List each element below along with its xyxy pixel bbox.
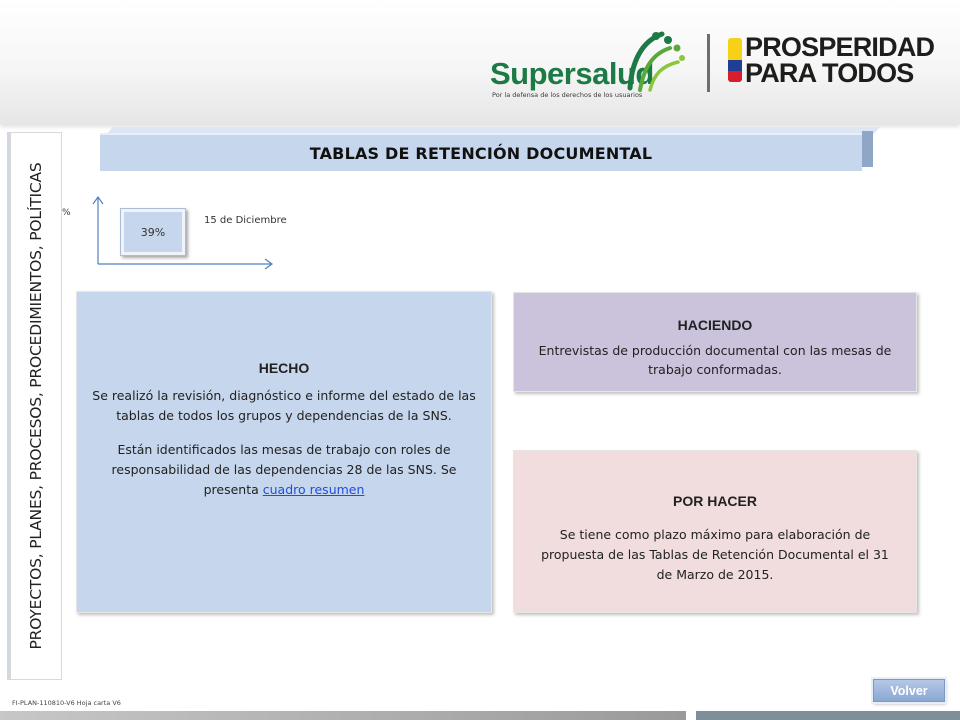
axis-unit-label: %	[62, 208, 71, 218]
progress-value: 39%	[140, 225, 166, 239]
progress-axes	[92, 195, 274, 270]
supersalud-tagline: Por la defensa de los derechos de los us…	[492, 91, 643, 99]
cuadro-resumen-link[interactable]: cuadro resumen	[263, 482, 365, 497]
supersalud-emblem-icon	[627, 31, 685, 92]
prosperidad-line1: PROSPERIDAD	[745, 32, 935, 62]
prosperidad-line2: PARA TODOS	[745, 58, 914, 88]
back-button[interactable]: Volver	[873, 679, 945, 702]
card-haciendo: HACIENDO Entrevistas de producción docum…	[513, 292, 917, 392]
card-haciendo-text: Entrevistas de producción documental con…	[538, 343, 892, 377]
footer-bar-right	[696, 711, 960, 720]
colombia-flag-icon	[728, 38, 742, 82]
header-banner: Supersalud Por la defensa de los derecho…	[0, 0, 960, 124]
card-por-hacer-text: Se tiene como plazo máximo para elaborac…	[541, 527, 889, 582]
supersalud-logo: Supersalud Por la defensa de los derecho…	[490, 24, 700, 104]
prosperidad-logo: PROSPERIDAD PARA TODOS	[745, 32, 935, 88]
card-por-hacer-heading: POR HACER	[672, 493, 757, 509]
card-hecho: HECHO Se realizó la revisión, diagnóstic…	[76, 291, 492, 613]
sidebar-category-label: PROYECTOS, PLANES, PROCESOS, PROCEDIMIEN…	[10, 132, 62, 680]
card-por-hacer: POR HACER Se tiene como plazo máximo par…	[513, 450, 917, 613]
footer-bar-left	[0, 711, 686, 720]
sidebar-label-text: PROYECTOS, PLANES, PROCESOS, PROCEDIMIEN…	[27, 162, 45, 650]
document-code: FI-PLAN-110810-V6 Hoja carta V6	[12, 699, 121, 707]
page-title-bar: TABLAS DE RETENCIÓN DOCUMENTAL	[100, 127, 880, 171]
progress-date: 15 de Diciembre	[204, 215, 287, 226]
card-haciendo-heading: HACIENDO	[677, 317, 753, 333]
card-hecho-heading: HECHO	[258, 360, 310, 376]
page-title: TABLAS DE RETENCIÓN DOCUMENTAL	[309, 143, 653, 163]
progress-percentage-badge: 39%	[120, 208, 186, 256]
card-hecho-text-2: Están identificados las mesas de trabajo…	[81, 440, 487, 500]
logo-divider	[707, 34, 710, 92]
card-hecho-text: Se realizó la revisión, diagnóstico e in…	[92, 388, 476, 423]
